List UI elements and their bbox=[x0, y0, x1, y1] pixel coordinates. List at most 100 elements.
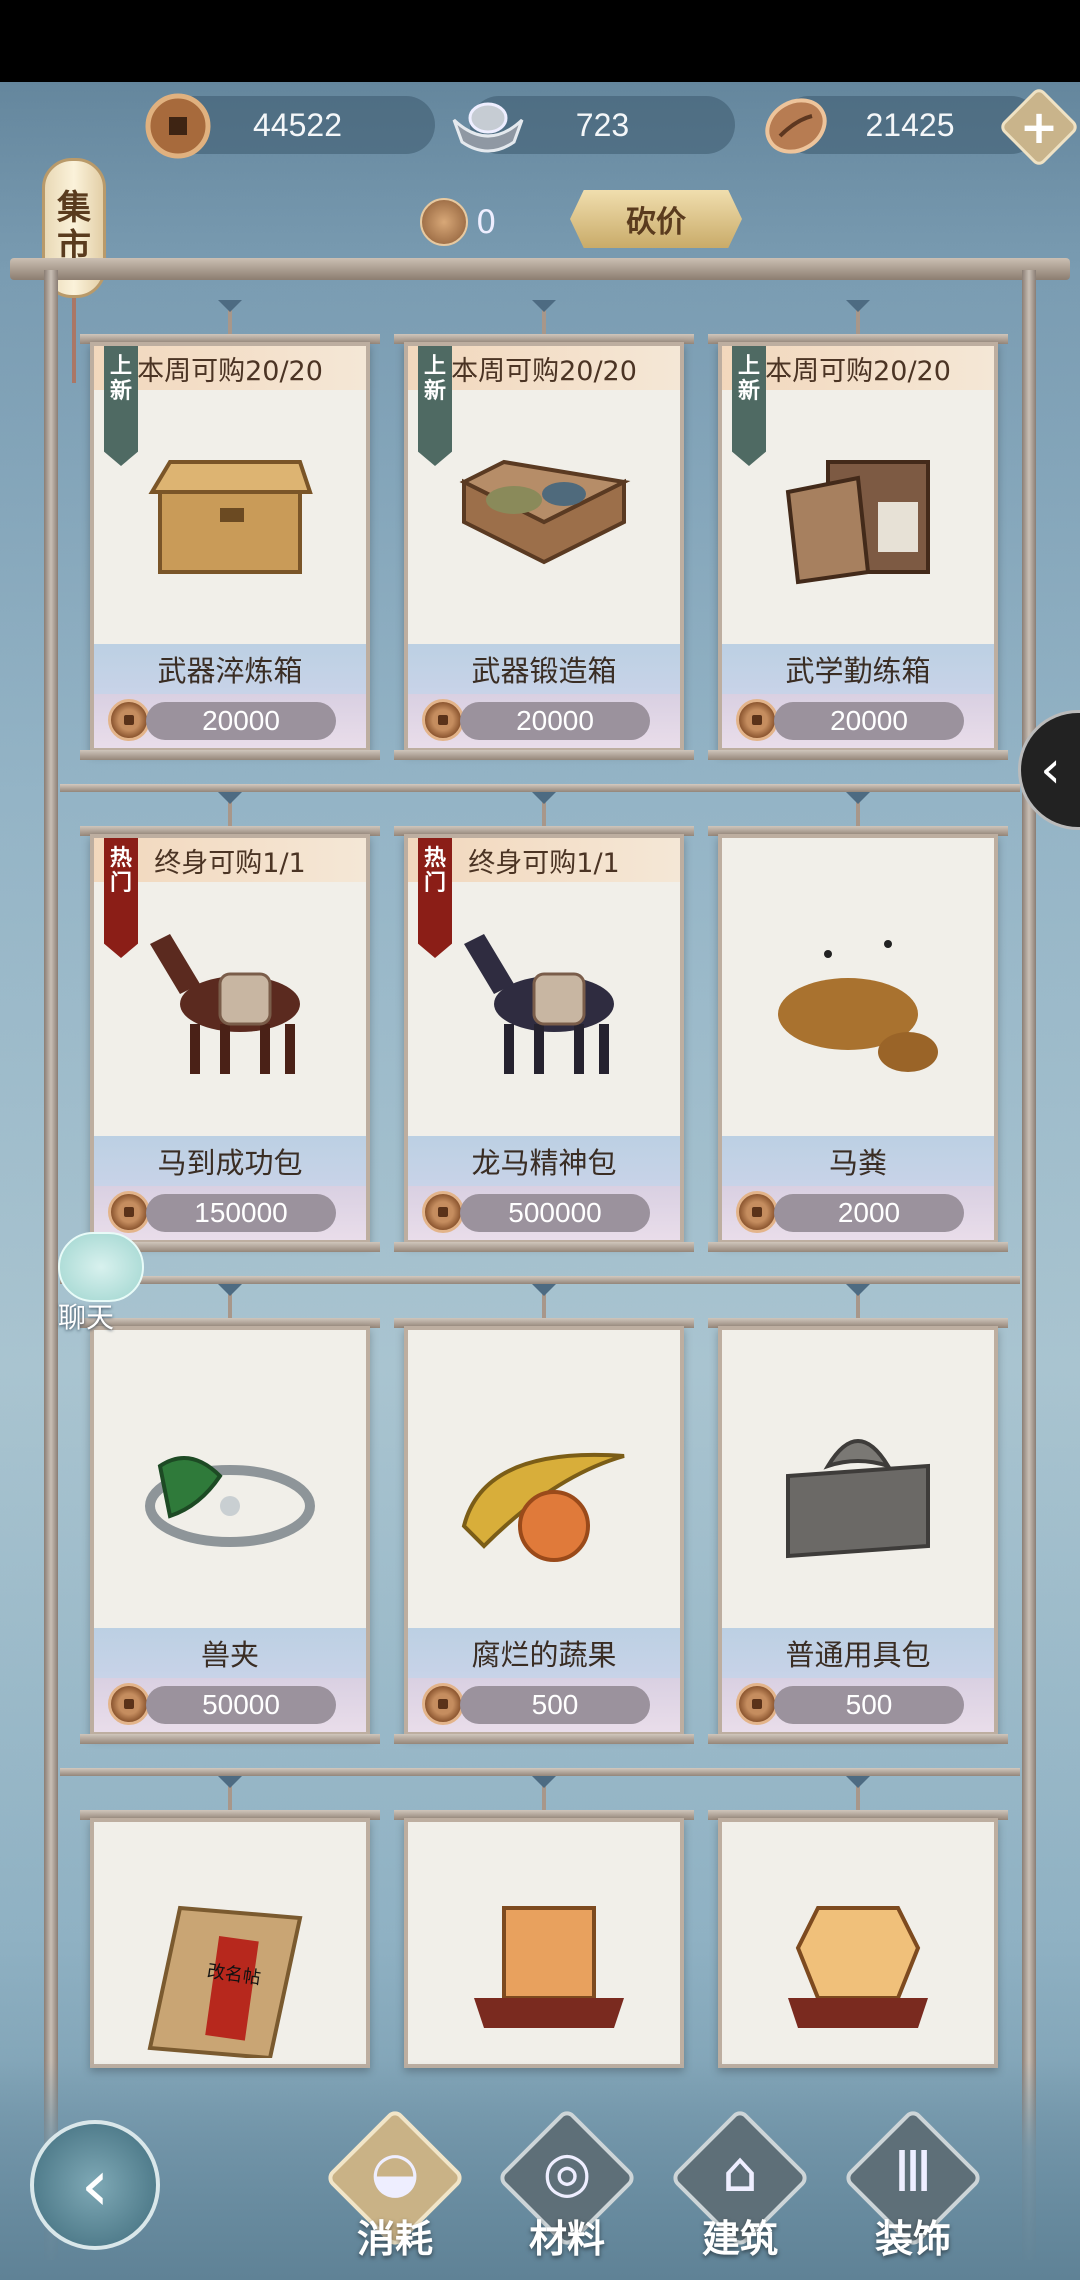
shop-item-card[interactable]: 普通用具包 500 bbox=[708, 1294, 1008, 1744]
shop-item-card[interactable]: 终身可购1/1 热门 龙马精神包 500000 bbox=[394, 802, 694, 1252]
shop-item-card[interactable]: 马粪 2000 bbox=[708, 802, 1008, 1252]
cloth-bundle-icon bbox=[786, 1439, 930, 1559]
card-hook bbox=[218, 1776, 242, 1810]
copper-coin-icon bbox=[108, 1191, 150, 1233]
item-name: 普通用具包 bbox=[722, 1628, 994, 1678]
card-hook bbox=[846, 1284, 870, 1318]
open-box-icon bbox=[459, 459, 631, 565]
price-band: 20000 bbox=[94, 694, 366, 748]
chat-button[interactable]: 聊天 bbox=[48, 1232, 148, 1342]
shop-item-card[interactable]: 本周可购20/20 上新 武器锻造箱 20000 bbox=[394, 310, 694, 760]
bargain-label: 砍价 bbox=[626, 205, 686, 240]
item-price: 50000 bbox=[146, 1686, 336, 1724]
shelf-rail bbox=[60, 784, 1020, 792]
shelf-rail bbox=[60, 1276, 1020, 1284]
price-band: 50000 bbox=[94, 1678, 366, 1732]
card-hook bbox=[846, 300, 870, 334]
card-rod bbox=[394, 1242, 694, 1252]
card-hook bbox=[846, 792, 870, 826]
plus-icon: + bbox=[1019, 100, 1059, 154]
shop-item-card[interactable]: 腐烂的蔬果 500 bbox=[394, 1294, 694, 1744]
price-band: 500 bbox=[722, 1678, 994, 1732]
silver-value: 723 bbox=[575, 106, 630, 143]
chevron-left-icon: ‹ bbox=[1040, 740, 1061, 800]
tab-label: 消耗 bbox=[356, 2216, 433, 2261]
copper-coin-icon bbox=[736, 1683, 778, 1725]
shop-item-card[interactable] bbox=[394, 1786, 694, 2068]
status-bar bbox=[0, 0, 1080, 82]
copper-coin-icon bbox=[422, 1191, 464, 1233]
card-hook bbox=[218, 1284, 242, 1318]
price-band: 500 bbox=[408, 1678, 680, 1732]
card-hook bbox=[218, 300, 242, 334]
card-hook bbox=[532, 300, 556, 334]
bargain-button[interactable]: 砍价 bbox=[570, 190, 742, 248]
item-price: 20000 bbox=[146, 702, 336, 740]
back-arrow-icon: ‹ bbox=[80, 2143, 110, 2227]
bamboo-token-value: 0 bbox=[476, 203, 497, 241]
shell-icon bbox=[765, 98, 827, 154]
item-price: 20000 bbox=[774, 702, 964, 740]
copper-coin-icon bbox=[108, 1683, 150, 1725]
item-name: 龙马精神包 bbox=[408, 1136, 680, 1186]
pavilion-icon: ⌂ bbox=[722, 2139, 758, 2205]
dark-horse-icon bbox=[464, 934, 614, 1074]
lantern-tassel bbox=[72, 298, 76, 383]
item-price: 20000 bbox=[460, 702, 650, 740]
item-price: 2000 bbox=[774, 1194, 964, 1232]
hexagon-lantern-icon bbox=[788, 1906, 928, 2028]
item-name: 马粪 bbox=[722, 1136, 994, 1186]
card-rod bbox=[708, 750, 1008, 760]
item-price: 150000 bbox=[146, 1194, 336, 1232]
copper-coin-icon bbox=[422, 1683, 464, 1725]
tab-materials[interactable]: ◎ 材料 bbox=[496, 2107, 638, 2261]
item-name: 武器锻造箱 bbox=[408, 644, 680, 694]
rotten-fruit-icon bbox=[461, 1452, 625, 1562]
wooden-chest-icon bbox=[148, 460, 313, 574]
book-box-icon bbox=[785, 460, 930, 585]
shop-item-card[interactable] bbox=[708, 1786, 1008, 2068]
copper-coin-icon bbox=[736, 699, 778, 741]
square-lantern-icon bbox=[474, 1906, 624, 2028]
logs-icon: ◎ bbox=[542, 2139, 592, 2205]
price-band: 500000 bbox=[408, 1186, 680, 1240]
item-price: 500000 bbox=[460, 1194, 650, 1232]
shop-item-card[interactable]: 本周可购20/20 上新 武学勤练箱 20000 bbox=[708, 310, 1008, 760]
card-rod bbox=[394, 750, 694, 760]
price-band: 20000 bbox=[408, 694, 680, 748]
card-hook bbox=[532, 1284, 556, 1318]
shelf-rail bbox=[60, 1768, 1020, 1776]
shop-item-card[interactable]: 终身可购1/1 热门 马到成功包 150000 bbox=[80, 802, 380, 1252]
card-rod bbox=[80, 1734, 380, 1744]
item-name: 武器淬炼箱 bbox=[94, 644, 366, 694]
price-band: 20000 bbox=[722, 694, 994, 748]
back-button[interactable]: ‹ bbox=[30, 2120, 160, 2250]
card-hook bbox=[846, 1776, 870, 1810]
tab-buildings[interactable]: ⌂ 建筑 bbox=[669, 2107, 811, 2261]
tab-label: 建筑 bbox=[701, 2216, 778, 2261]
dung-icon bbox=[778, 940, 938, 1072]
price-band: 2000 bbox=[722, 1186, 994, 1240]
item-price: 500 bbox=[774, 1686, 964, 1724]
item-name: 马到成功包 bbox=[94, 1136, 366, 1186]
rack-right-post bbox=[1022, 270, 1036, 2260]
shop-item-card[interactable]: 兽夹 50000 bbox=[80, 1294, 380, 1744]
copper-coin-icon bbox=[736, 1191, 778, 1233]
chat-label: 聊天 bbox=[58, 1301, 115, 1334]
tab-consumables[interactable]: ◒ 消耗 bbox=[324, 2107, 466, 2261]
brown-horse-icon bbox=[150, 934, 300, 1074]
copper-coin-value: 44522 bbox=[253, 106, 342, 143]
item-name: 武学勤练箱 bbox=[722, 644, 994, 694]
tab-label: 材料 bbox=[528, 2216, 605, 2261]
item-price: 500 bbox=[460, 1686, 650, 1724]
tab-decorations[interactable]: Ⅲ 装饰 bbox=[842, 2107, 984, 2261]
shell-value: 21425 bbox=[865, 106, 955, 143]
card-rod bbox=[708, 1242, 1008, 1252]
card-rod bbox=[394, 1734, 694, 1744]
card-hook bbox=[532, 1776, 556, 1810]
shop-item-card[interactable]: 本周可购20/20 上新 武器淬炼箱 20000 bbox=[80, 310, 380, 760]
shop-item-card[interactable]: 改名帖 bbox=[80, 1786, 380, 2068]
bamboo-token-icon bbox=[420, 198, 468, 246]
chat-bubble-icon bbox=[58, 1232, 144, 1302]
card-rod bbox=[708, 1734, 1008, 1744]
